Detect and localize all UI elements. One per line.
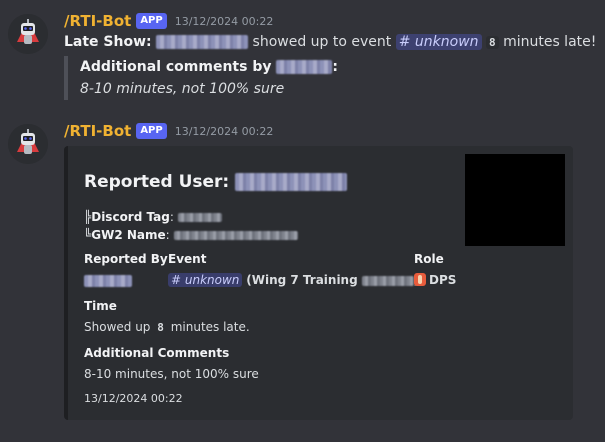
redacted-reporter[interactable]	[84, 274, 132, 287]
redacted-commenter[interactable]	[276, 60, 333, 74]
comments-label: Additional Comments	[84, 346, 230, 360]
message-timestamp[interactable]: 13/12/2024 00:22	[175, 125, 274, 138]
gw2-name-sep: :	[165, 228, 170, 242]
app-badge: APP	[136, 123, 167, 139]
username[interactable]: /RTI-Bot	[64, 12, 131, 30]
username[interactable]: /RTI-Bot	[64, 122, 131, 140]
time-prefix: Showed up	[84, 320, 151, 334]
comments-value: 8-10 minutes, not 100% sure	[84, 367, 259, 381]
message-header: /RTI-Bot APP 13/12/2024 00:22	[64, 122, 273, 140]
message-content: Late Show: showed up to event # unknown …	[64, 34, 596, 50]
app-badge: APP	[136, 13, 167, 29]
event-channel-mention[interactable]: # unknown	[395, 34, 482, 50]
redacted-gw2-name	[173, 231, 298, 240]
message-timestamp[interactable]: 13/12/2024 00:22	[175, 15, 274, 28]
late-show-label: Late Show:	[64, 34, 152, 50]
gw2-name-label: GW2 Name	[91, 228, 166, 242]
field-reported-by: Reported By	[84, 252, 168, 287]
field-additional-comments: Additional Comments 8-10 minutes, not 10…	[84, 346, 259, 381]
reported-by-label: Reported By	[84, 252, 168, 266]
discord-tag-sep: :	[169, 210, 174, 224]
time-minutes: 8	[154, 321, 167, 334]
event-label: Event	[168, 252, 207, 266]
redacted-discord-tag	[177, 213, 222, 222]
additional-comments-quote: Additional comments by : 8-10 minutes, n…	[64, 56, 338, 100]
minutes-late-value: 8	[485, 36, 499, 49]
event-detail-prefix: (Wing 7 Training	[246, 273, 358, 287]
bot-avatar[interactable]	[8, 14, 48, 54]
event-value: # unknown (Wing 7 Training )	[168, 273, 419, 287]
field-event: Event # unknown (Wing 7 Training )	[168, 252, 419, 287]
robot-avatar-icon	[8, 14, 48, 54]
embed-footer-timestamp: 13/12/2024 00:22	[84, 392, 183, 405]
robot-avatar-icon	[8, 124, 48, 164]
message-header: /RTI-Bot APP 13/12/2024 00:22	[64, 12, 273, 30]
redacted-user-mention[interactable]	[156, 35, 249, 49]
role-label: Role	[414, 252, 444, 266]
report-embed: Reported User: ╠Discord Tag: ╚GW2 Name: …	[64, 146, 573, 420]
embed-thumbnail	[465, 154, 565, 246]
discord-tag-label: Discord Tag	[91, 210, 170, 224]
discord-tag-row: ╠Discord Tag:	[84, 208, 298, 226]
time-value: Showed up 8 minutes late.	[84, 320, 250, 334]
redacted-reported-user[interactable]	[235, 173, 348, 191]
quote-title-text: Additional comments by	[80, 59, 272, 75]
embed-title: Reported User:	[84, 172, 348, 192]
minutes-late-text: minutes late!	[503, 34, 597, 50]
redacted-event-detail	[361, 275, 414, 286]
time-label: Time	[84, 299, 117, 313]
time-suffix: minutes late.	[170, 320, 250, 334]
event-channel-mention[interactable]: # unknown	[168, 273, 243, 287]
quote-title: Additional comments by :	[80, 56, 338, 78]
bot-avatar[interactable]	[8, 124, 48, 164]
embed-title-text: Reported User:	[84, 172, 230, 192]
quote-text: 8-10 minutes, not 100% sure	[80, 81, 285, 97]
role-text: DPS	[429, 273, 457, 287]
field-time: Time Showed up 8 minutes late.	[84, 299, 250, 334]
gw2-name-row: ╚GW2 Name:	[84, 226, 298, 244]
dps-role-icon	[414, 273, 426, 286]
role-value: DPS	[414, 273, 456, 287]
field-role: Role DPS	[414, 252, 456, 287]
reported-by-value	[84, 273, 168, 287]
showed-up-text: showed up to event	[252, 34, 392, 50]
quote-title-colon: :	[332, 59, 338, 75]
user-details: ╠Discord Tag: ╚GW2 Name:	[84, 208, 298, 244]
